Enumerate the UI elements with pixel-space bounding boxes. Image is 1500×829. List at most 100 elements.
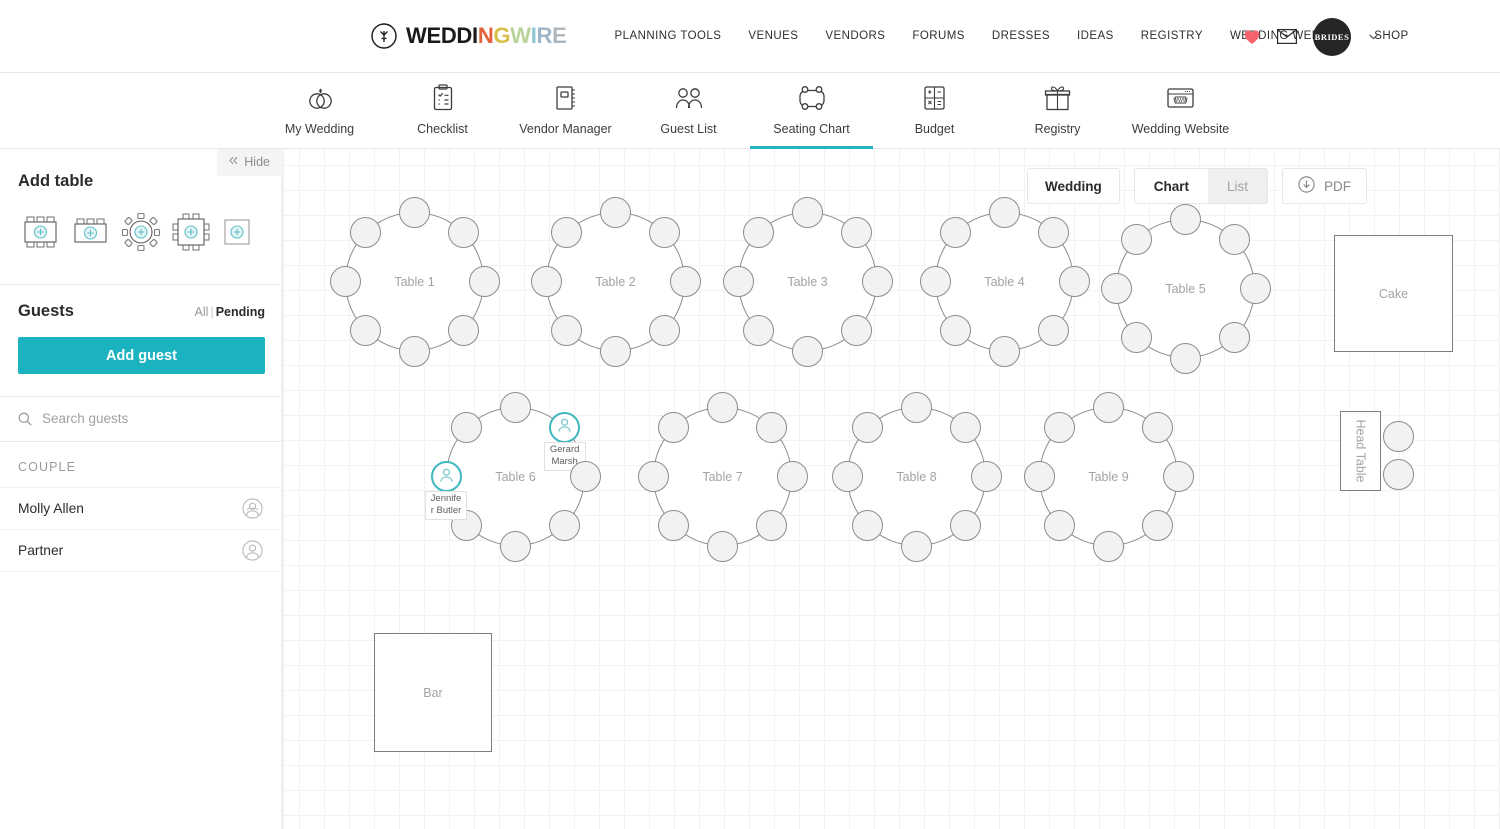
tab-seating-chart[interactable]: Seating Chart <box>750 73 873 149</box>
empty-seat[interactable] <box>549 510 581 542</box>
floor-object[interactable]: Cake <box>1334 235 1453 352</box>
round-table[interactable]: Table 2 <box>529 195 703 369</box>
empty-seat[interactable] <box>851 510 883 542</box>
nav-link-venues[interactable]: VENUES <box>748 30 798 42</box>
round-table[interactable]: Table 1 <box>328 195 502 369</box>
empty-seat[interactable] <box>550 315 582 347</box>
empty-seat[interactable] <box>1120 322 1152 354</box>
empty-seat[interactable] <box>448 216 480 248</box>
empty-seat[interactable] <box>569 461 601 492</box>
tab-vendor-manager[interactable]: Vendor Manager <box>504 73 627 149</box>
empty-seat[interactable] <box>1093 391 1124 423</box>
empty-seat[interactable] <box>989 335 1020 367</box>
empty-seat[interactable] <box>530 266 562 297</box>
empty-seat[interactable] <box>831 461 863 492</box>
favorites-heart-icon[interactable] <box>1243 28 1261 45</box>
empty-seat[interactable] <box>861 266 893 297</box>
empty-seat[interactable] <box>841 216 873 248</box>
empty-seat[interactable] <box>1038 216 1070 248</box>
tab-budget[interactable]: Budget <box>873 73 996 149</box>
empty-seat[interactable] <box>1058 266 1090 297</box>
empty-seat[interactable] <box>950 510 982 542</box>
empty-seat[interactable] <box>919 266 951 297</box>
empty-seat[interactable] <box>742 216 774 248</box>
add-guest-button[interactable]: Add guest <box>18 337 265 374</box>
empty-seat[interactable] <box>649 315 681 347</box>
messages-mail-icon[interactable] <box>1277 29 1297 45</box>
empty-seat[interactable] <box>657 411 689 443</box>
empty-seat[interactable] <box>550 216 582 248</box>
empty-seat[interactable] <box>1038 315 1070 347</box>
empty-seat[interactable] <box>901 391 932 423</box>
occupied-seat[interactable]: Jennifer Butler <box>425 461 467 520</box>
view-chart-tab[interactable]: Chart <box>1134 169 1208 203</box>
empty-seat[interactable] <box>901 530 932 562</box>
empty-seat[interactable] <box>722 266 754 297</box>
empty-seat[interactable] <box>1219 223 1251 255</box>
round-table[interactable]: Table 6 Gerard Marsh Jennifer Butler <box>425 390 603 564</box>
empty-seat[interactable] <box>756 411 788 443</box>
empty-seat[interactable] <box>448 315 480 347</box>
chevron-down-icon[interactable] <box>1367 30 1380 43</box>
round-table[interactable]: Table 9 <box>1022 390 1196 564</box>
search-guests-input[interactable] <box>42 411 242 426</box>
person-avatar-icon[interactable] <box>242 540 263 561</box>
weddingwire-logo[interactable]: WEDDINGWIRE <box>371 23 567 49</box>
add-table-square-table[interactable] <box>170 211 212 258</box>
empty-seat[interactable] <box>500 530 531 562</box>
empty-seat[interactable] <box>950 411 982 443</box>
empty-seat[interactable] <box>1170 203 1201 235</box>
empty-seat[interactable] <box>1023 461 1055 492</box>
bride-avatar-icon[interactable] <box>242 498 263 519</box>
empty-seat[interactable] <box>970 461 1002 492</box>
tab-checklist[interactable]: Checklist <box>381 73 504 149</box>
empty-seat[interactable] <box>776 461 808 492</box>
empty-seat[interactable] <box>1162 461 1194 492</box>
empty-seat[interactable] <box>939 315 971 347</box>
empty-seat[interactable] <box>649 216 681 248</box>
add-table-rect-table-one-side[interactable] <box>70 211 112 258</box>
empty-seat[interactable] <box>450 411 482 443</box>
empty-seat[interactable] <box>1142 510 1174 542</box>
filter-pending[interactable]: Pending <box>216 305 265 319</box>
guest-row[interactable]: Partner <box>0 529 283 571</box>
empty-seat[interactable] <box>1043 510 1075 542</box>
empty-seat[interactable] <box>742 315 774 347</box>
empty-seat[interactable] <box>1383 421 1414 452</box>
empty-seat[interactable] <box>1383 459 1414 490</box>
empty-seat[interactable] <box>399 335 430 367</box>
round-table[interactable]: Table 4 <box>918 195 1092 369</box>
empty-seat[interactable] <box>1219 322 1251 354</box>
empty-seat[interactable] <box>707 530 738 562</box>
empty-seat[interactable] <box>1170 342 1201 374</box>
tab-guest-list[interactable]: Guest List <box>627 73 750 149</box>
empty-seat[interactable] <box>637 461 669 492</box>
tab-wedding-website[interactable]: WWW Wedding Website <box>1119 73 1242 149</box>
download-pdf-button[interactable]: PDF <box>1282 168 1367 204</box>
empty-seat[interactable] <box>349 315 381 347</box>
empty-seat[interactable] <box>468 266 500 297</box>
empty-seat[interactable] <box>989 196 1020 228</box>
add-table-round-table[interactable] <box>120 211 162 258</box>
empty-seat[interactable] <box>399 196 430 228</box>
nav-link-dresses[interactable]: DRESSES <box>992 30 1050 42</box>
hide-sidebar-button[interactable]: Hide <box>217 149 283 176</box>
empty-seat[interactable] <box>1142 411 1174 443</box>
empty-seat[interactable] <box>792 196 823 228</box>
empty-seat[interactable] <box>841 315 873 347</box>
tab-my-wedding[interactable]: My Wedding <box>258 73 381 149</box>
empty-seat[interactable] <box>1120 223 1152 255</box>
empty-seat[interactable] <box>1093 530 1124 562</box>
guest-row[interactable]: Molly Allen <box>0 487 283 529</box>
empty-seat[interactable] <box>657 510 689 542</box>
occupied-seat[interactable]: Gerard Marsh <box>543 411 586 471</box>
floor-object[interactable]: Bar <box>374 633 492 752</box>
nav-link-planning-tools[interactable]: PLANNING TOOLS <box>614 30 721 42</box>
round-table[interactable]: Table 5 <box>1099 202 1273 376</box>
round-table[interactable]: Table 7 <box>636 390 810 564</box>
empty-seat[interactable] <box>851 411 883 443</box>
nav-link-forums[interactable]: FORUMS <box>912 30 965 42</box>
empty-seat[interactable] <box>756 510 788 542</box>
empty-seat[interactable] <box>600 196 631 228</box>
empty-seat[interactable] <box>329 266 361 297</box>
